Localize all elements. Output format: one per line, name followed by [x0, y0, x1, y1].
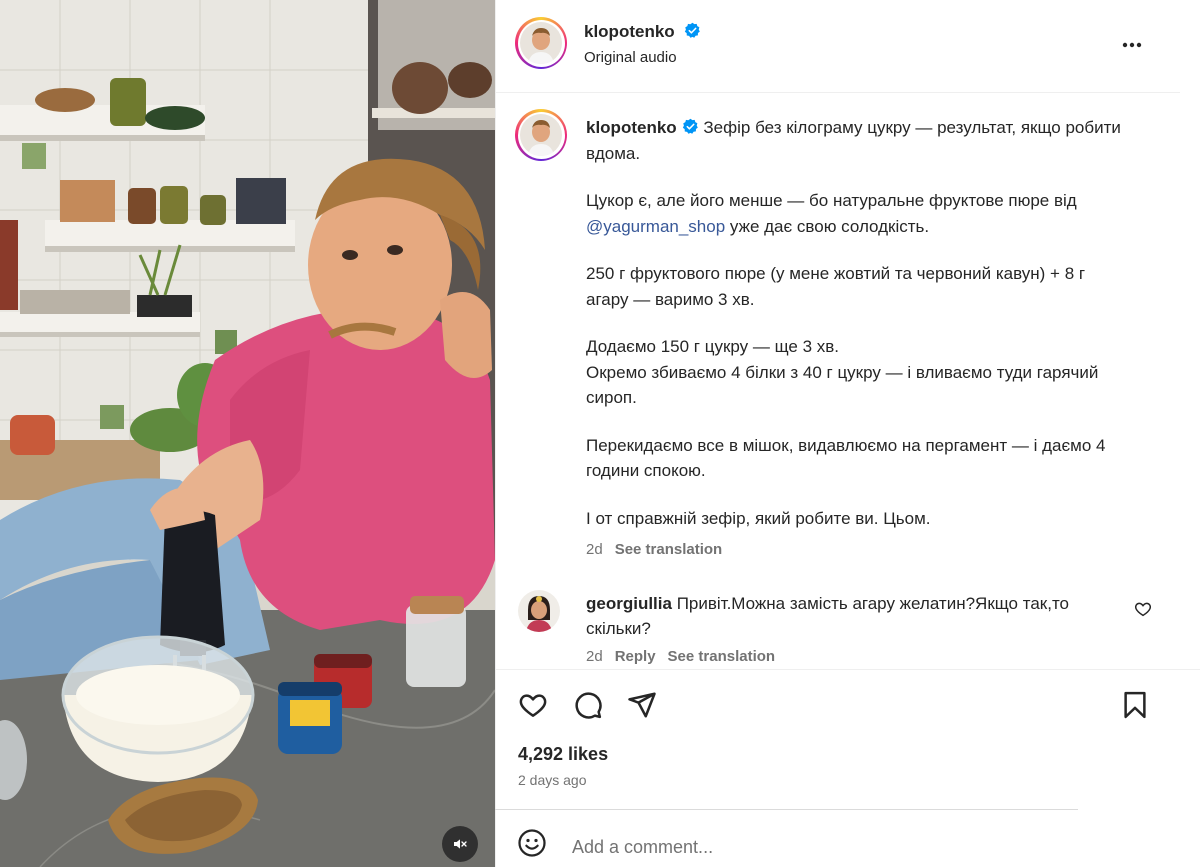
instagram-post: klopotenko Original audio klopotenko Зеф…: [0, 0, 1200, 867]
caption-para-4-line-1: Додаємо 150 г цукру — ще 3 хв.: [586, 337, 839, 356]
post-video[interactable]: [0, 0, 495, 867]
author-avatar[interactable]: [515, 17, 567, 69]
emoji-button[interactable]: [517, 828, 547, 863]
more-options-button[interactable]: [1118, 31, 1146, 59]
comment-reply-button[interactable]: Reply: [615, 648, 656, 665]
like-count[interactable]: 4,292 likes: [518, 744, 608, 765]
heart-icon: [519, 694, 547, 717]
caption-text: klopotenko Зефір без кілограму цукру — р…: [586, 115, 1131, 563]
more-options-icon: [1122, 42, 1142, 48]
like-button[interactable]: [517, 690, 549, 725]
verified-badge-icon: [685, 22, 701, 38]
speaker-muted-icon: [454, 839, 467, 849]
paper-plane-icon: [628, 692, 656, 718]
post-header: klopotenko Original audio: [496, 0, 1180, 93]
comment-like-button[interactable]: [1134, 600, 1152, 618]
heart-icon: [1134, 602, 1152, 617]
commenter-photo: [518, 590, 560, 632]
caption-para-2-end: уже дає свою солодкість.: [725, 216, 930, 236]
comment-body: georgiullia Привіт.Можна замість агару ж…: [586, 591, 1086, 641]
actions-divider: [495, 669, 1200, 670]
caption-username[interactable]: klopotenko: [586, 118, 677, 137]
original-audio-link[interactable]: Original audio: [584, 49, 677, 66]
bookmark-icon: [1124, 691, 1146, 719]
caption-age: 2d: [586, 541, 603, 558]
comment-button[interactable]: [572, 690, 604, 725]
save-button[interactable]: [1120, 690, 1150, 725]
share-button[interactable]: [626, 690, 658, 725]
mention-link[interactable]: @yagurman_shop: [586, 217, 725, 236]
comment-see-translation[interactable]: See translation: [668, 648, 776, 665]
author-photo: [520, 114, 562, 156]
video-frame: [0, 0, 495, 867]
commenter-username[interactable]: georgiullia: [586, 594, 672, 613]
caption-see-translation[interactable]: See translation: [615, 541, 723, 558]
caption-para-4-line-2: Окремо збиваємо 4 білки з 40 г цукру — і…: [586, 362, 1099, 408]
post-timestamp[interactable]: 2 days ago: [518, 772, 587, 788]
author-photo: [520, 22, 562, 64]
caption-author-avatar[interactable]: [515, 109, 567, 161]
emoji-icon: [518, 829, 546, 857]
comment-composer: [495, 809, 1078, 867]
author-username[interactable]: klopotenko: [584, 22, 701, 42]
caption-para-3: 250 г фруктового пюре (у мене жовтий та …: [586, 264, 1086, 309]
caption-para-6: І от справжній зефір, який робите ви. Ць…: [586, 508, 931, 528]
caption-para-2-start: Цукор є, але його менше — бо натуральне …: [586, 191, 1077, 210]
mute-toggle-button[interactable]: [442, 826, 478, 862]
caption-meta: 2d See translation: [586, 537, 1131, 563]
author-username-text[interactable]: klopotenko: [584, 22, 675, 41]
comment-bubble-icon: [575, 692, 602, 719]
comment-input[interactable]: [572, 834, 1052, 860]
verified-badge-icon: [682, 118, 698, 134]
comment-age: 2d: [586, 648, 603, 665]
comment-meta: 2d Reply See translation: [586, 648, 787, 665]
commenter-avatar[interactable]: [518, 590, 560, 632]
post-details-panel: klopotenko Original audio klopotenko Зеф…: [495, 0, 1200, 867]
caption-para-5: Перекидаємо все в мішок, видавлюємо на п…: [586, 435, 1106, 481]
